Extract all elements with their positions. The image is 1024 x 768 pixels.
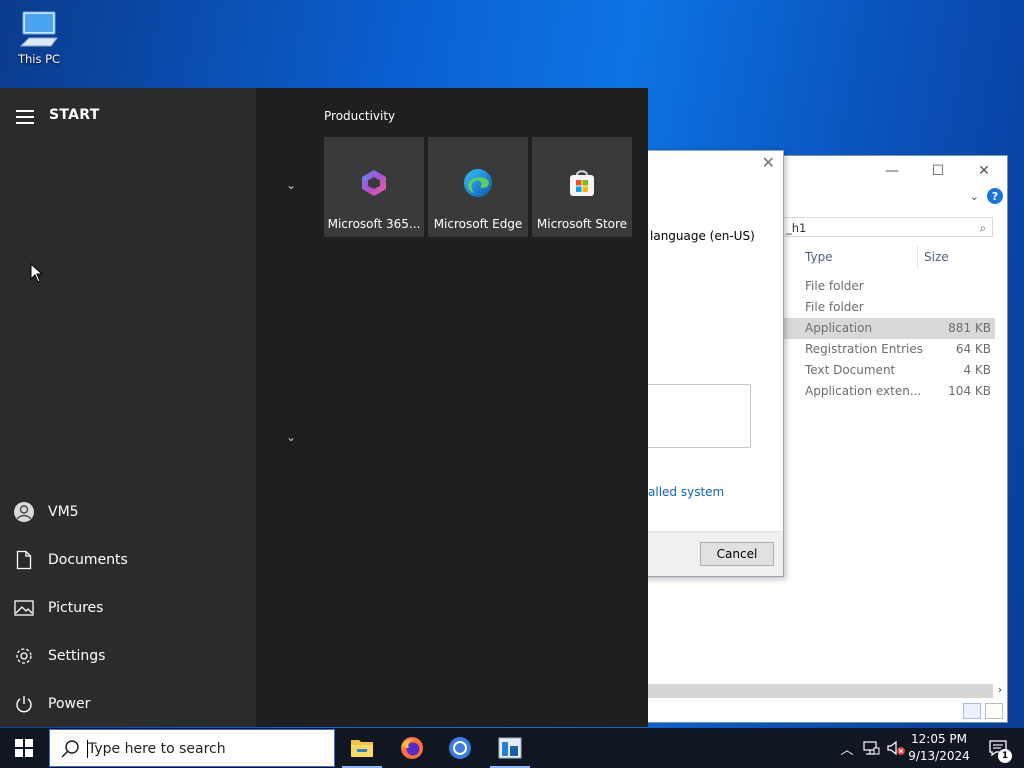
taskbar-firefox[interactable] bbox=[388, 728, 436, 768]
file-size: 4 KB bbox=[963, 363, 991, 377]
dialog-footer: Cancel bbox=[641, 531, 783, 576]
status-bar bbox=[641, 700, 1007, 722]
pictures-label: Pictures bbox=[48, 600, 104, 616]
network-icon[interactable] bbox=[862, 740, 880, 756]
start-menu-title: START bbox=[49, 107, 100, 123]
language-label: language (en-US) bbox=[650, 229, 755, 243]
ribbon-expand-chevron-icon[interactable]: ⌄ bbox=[970, 190, 979, 203]
file-row[interactable]: Text Document 4 KB bbox=[781, 360, 995, 381]
horizontal-scrollbar[interactable] bbox=[641, 684, 995, 698]
documents-label: Documents bbox=[48, 552, 128, 568]
file-type: Application bbox=[805, 321, 873, 335]
firefox-icon bbox=[401, 737, 423, 759]
file-type: File folder bbox=[805, 300, 864, 314]
file-type: Application exten... bbox=[805, 384, 922, 398]
system-tray: ︿ bbox=[838, 728, 906, 768]
column-headers: Type Size bbox=[781, 246, 1001, 270]
power-icon bbox=[16, 696, 32, 713]
pictures-icon bbox=[14, 600, 34, 616]
pictures-button[interactable]: Pictures bbox=[0, 586, 256, 630]
help-icon[interactable]: ? bbox=[987, 188, 1003, 204]
dialog-text-area[interactable] bbox=[641, 384, 751, 448]
close-button[interactable]: ✕ bbox=[961, 156, 1007, 186]
taskbar: Type here to search ︿ 12:05 PM 9/13/2024… bbox=[0, 728, 1024, 768]
cancel-button[interactable]: Cancel bbox=[700, 542, 774, 566]
column-header-size[interactable]: Size bbox=[924, 250, 949, 264]
file-row[interactable]: Application exten... 104 KB bbox=[781, 381, 995, 402]
taskbar-clock[interactable]: 12:05 PM 9/13/2024 bbox=[904, 731, 974, 765]
installed-system-link[interactable]: alled system bbox=[648, 485, 724, 499]
chrome-icon bbox=[449, 737, 471, 759]
file-row[interactable]: File folder bbox=[781, 276, 995, 297]
chevron-down-icon[interactable]: ⌄ bbox=[286, 178, 296, 192]
hamburger-menu-icon[interactable] bbox=[16, 110, 34, 128]
file-type: Text Document bbox=[805, 363, 896, 377]
tile-microsoft-store[interactable]: Microsoft Store bbox=[532, 137, 632, 237]
document-icon bbox=[16, 550, 32, 570]
search-value: _h1 bbox=[786, 221, 807, 235]
file-size: 881 KB bbox=[948, 321, 991, 335]
start-menu: START VM5 Documents Pictures Settings Po… bbox=[0, 88, 648, 727]
chevron-down-icon[interactable]: ⌄ bbox=[286, 430, 296, 444]
clock-date: 9/13/2024 bbox=[908, 749, 970, 763]
search-placeholder: Type here to search bbox=[88, 741, 226, 757]
file-type: File folder bbox=[805, 279, 864, 293]
volume-muted-icon[interactable] bbox=[886, 740, 906, 756]
taskbar-installer[interactable] bbox=[486, 728, 534, 768]
setup-dialog[interactable]: ✕ language (en-US) alled system Cancel bbox=[640, 150, 784, 577]
taskbar-search-input[interactable]: Type here to search bbox=[49, 729, 335, 767]
column-divider[interactable] bbox=[917, 246, 918, 268]
tile-group-label: Productivity bbox=[324, 109, 396, 123]
scroll-right-arrow-icon[interactable]: › bbox=[993, 684, 1007, 698]
edge-icon bbox=[464, 169, 492, 197]
taskbar-chrome[interactable] bbox=[436, 728, 484, 768]
user-avatar-icon bbox=[14, 502, 34, 522]
file-row[interactable]: Registration Entries 64 KB bbox=[781, 339, 995, 360]
file-row-selected[interactable]: Application 881 KB bbox=[781, 318, 995, 339]
tile-label: Microsoft Edge bbox=[433, 217, 523, 231]
installer-icon bbox=[498, 737, 522, 759]
power-button[interactable]: Power bbox=[0, 682, 256, 726]
maximize-button[interactable]: ☐ bbox=[915, 156, 961, 186]
desktop-icon-label: This PC bbox=[17, 52, 61, 66]
file-list: File folder File folder Application 881 K… bbox=[781, 276, 995, 402]
column-header-type[interactable]: Type bbox=[805, 250, 833, 264]
tile-label: Microsoft Store bbox=[536, 217, 628, 231]
large-icons-view-button[interactable] bbox=[985, 703, 1003, 719]
file-explorer-icon bbox=[351, 740, 373, 757]
tile-label: Microsoft 365... bbox=[327, 217, 421, 231]
start-button[interactable] bbox=[0, 728, 48, 768]
windows-logo-icon bbox=[15, 739, 33, 757]
documents-button[interactable]: Documents bbox=[0, 538, 256, 582]
details-view-button[interactable] bbox=[963, 703, 981, 719]
settings-label: Settings bbox=[48, 648, 106, 664]
gear-icon bbox=[16, 648, 32, 664]
taskbar-file-explorer[interactable] bbox=[338, 728, 386, 768]
microsoft-365-icon bbox=[362, 170, 386, 196]
desktop-icon-this-pc[interactable]: This PC bbox=[10, 8, 68, 66]
explorer-search-input[interactable]: _h1 ⌕ bbox=[781, 217, 993, 237]
user-account-button[interactable]: VM5 bbox=[0, 490, 256, 534]
tile-microsoft-edge[interactable]: Microsoft Edge bbox=[428, 137, 528, 237]
minimize-button[interactable]: — bbox=[869, 156, 915, 186]
file-row[interactable]: File folder bbox=[781, 297, 995, 318]
file-size: 64 KB bbox=[955, 342, 991, 356]
search-icon[interactable]: ⌕ bbox=[980, 218, 986, 238]
store-icon bbox=[570, 170, 594, 196]
action-center-button[interactable]: 1 bbox=[978, 728, 1018, 768]
show-hidden-icons-chevron-icon[interactable]: ︿ bbox=[838, 739, 856, 758]
mouse-cursor-icon bbox=[30, 263, 44, 283]
user-name: VM5 bbox=[48, 504, 79, 520]
computer-icon bbox=[19, 11, 58, 47]
file-size: 104 KB bbox=[948, 384, 991, 398]
tile-microsoft-365[interactable]: Microsoft 365... bbox=[324, 137, 424, 237]
search-icon bbox=[61, 740, 79, 758]
file-type: Registration Entries bbox=[805, 342, 923, 356]
dialog-close-icon[interactable]: ✕ bbox=[762, 153, 775, 172]
notification-count-badge: 1 bbox=[998, 749, 1012, 763]
settings-button[interactable]: Settings bbox=[0, 634, 256, 678]
start-menu-sidebar: START VM5 Documents Pictures Settings Po… bbox=[0, 88, 256, 727]
clock-time: 12:05 PM bbox=[911, 732, 967, 746]
power-label: Power bbox=[48, 696, 91, 712]
